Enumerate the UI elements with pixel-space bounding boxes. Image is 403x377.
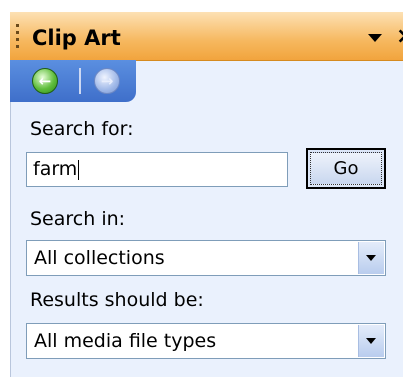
results-dropdown-button[interactable]	[358, 325, 384, 357]
close-icon[interactable]: ×	[396, 24, 403, 49]
results-value: All media file types	[34, 330, 217, 352]
search-input[interactable]: farm	[26, 152, 288, 187]
go-button[interactable]: Go	[306, 148, 386, 189]
search-in-value: All collections	[34, 247, 165, 269]
search-in-select[interactable]: All collections	[26, 240, 386, 276]
search-in-label: Search in:	[30, 208, 126, 230]
search-for-label: Search for:	[30, 118, 134, 140]
search-in-dropdown-button[interactable]	[358, 242, 384, 274]
results-label: Results should be:	[30, 289, 204, 311]
dropdown-arrow-icon[interactable]	[368, 34, 382, 42]
text-caret	[78, 159, 80, 180]
forward-arrow-icon[interactable]: →	[94, 68, 120, 94]
search-input-value: farm	[33, 158, 78, 180]
drag-grip-icon[interactable]	[16, 24, 19, 48]
chevron-down-icon	[366, 255, 376, 261]
results-select[interactable]: All media file types	[26, 323, 386, 359]
go-button-label: Go	[310, 152, 382, 185]
nav-separator	[79, 68, 81, 94]
pane-title: Clip Art	[32, 26, 121, 50]
navigation-bar: ← →	[10, 60, 136, 102]
task-pane-title-bar: Clip Art ×	[10, 12, 403, 61]
chevron-down-icon	[366, 338, 376, 344]
back-arrow-icon[interactable]: ←	[32, 68, 58, 94]
